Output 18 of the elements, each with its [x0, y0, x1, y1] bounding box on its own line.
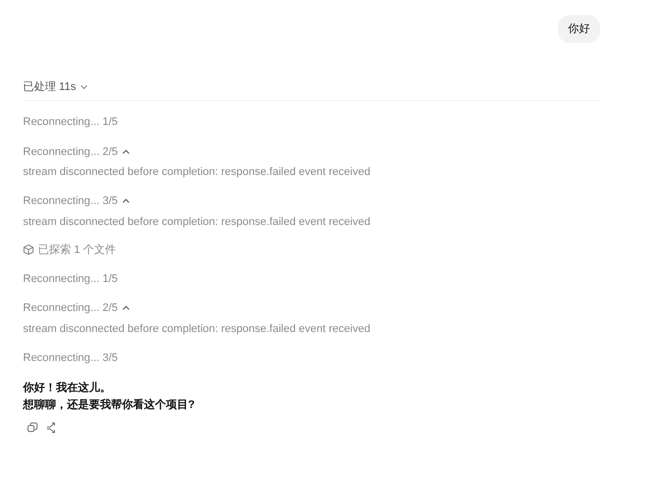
reconnect-toggle[interactable]: Reconnecting... 2/5	[23, 300, 130, 316]
reconnect-toggle[interactable]: Reconnecting... 3/5	[23, 193, 130, 209]
status-text: Reconnecting... 1/5	[23, 115, 118, 130]
copy-button[interactable]	[27, 422, 38, 433]
explore-status: 已探索 1 个文件	[38, 242, 116, 258]
process-toggle[interactable]: 已处理 11s	[23, 79, 88, 95]
branch-button[interactable]	[46, 422, 57, 433]
user-message-bubble: 你好	[558, 15, 600, 43]
reconnect-toggle[interactable]: Reconnecting... 2/5	[23, 144, 130, 160]
status-text: Reconnecting... 1/5	[23, 272, 118, 286]
status-text: Reconnecting... 3/5	[23, 350, 118, 366]
error-message: stream disconnected before completion: response.failed event received	[23, 214, 372, 230]
branch-arrow-icon	[46, 422, 57, 433]
error-message: stream disconnected before completion: response.failed event received	[23, 322, 372, 336]
error-message: stream disconnected before completion: response.failed event received	[23, 165, 372, 180]
cube-icon	[23, 244, 34, 256]
assistant-reply: 你好！我在这儿。 想聊聊，还是要我帮你看这个项目?	[23, 380, 196, 413]
copy-icon	[27, 422, 38, 433]
